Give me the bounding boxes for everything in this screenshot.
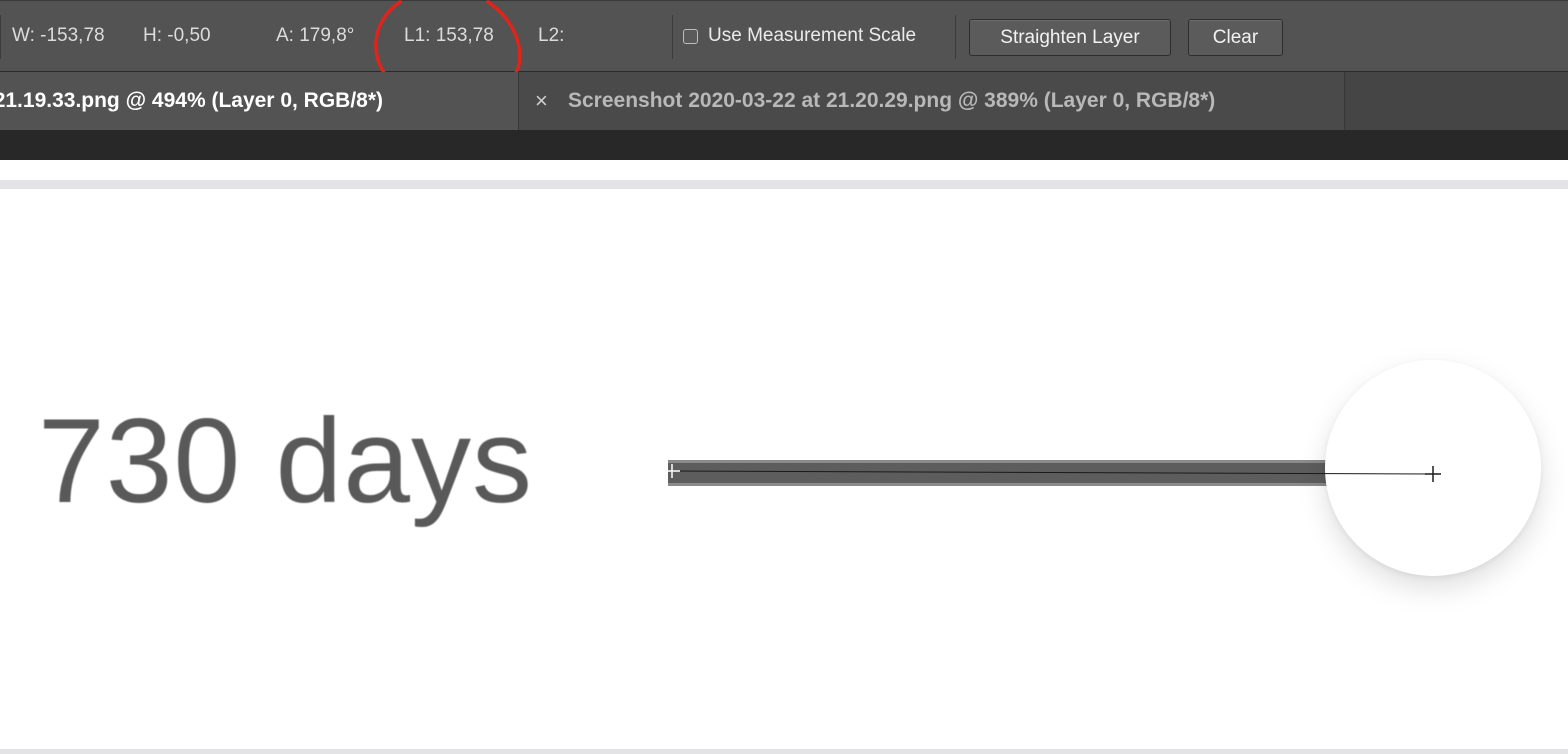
tab-label: 22 at 21.19.33.png @ 494% (Layer 0, RGB/… [0, 89, 384, 112]
length1-readout: L1: 153,78 [404, 25, 494, 46]
tab-screenshot-document[interactable]: × Screenshot 2020-03-22 at 21.20.29.png … [519, 72, 1345, 130]
canvas-frame [0, 130, 1568, 160]
canvas-edge [0, 180, 1568, 189]
measurement-scale-label: Use Measurement Scale [708, 25, 917, 46]
days-value-label: 730 days [38, 394, 534, 528]
width-readout: W: -153,78 [12, 25, 105, 46]
tab-label: Screenshot 2020-03-22 at 21.20.29.png @ … [568, 89, 1216, 112]
checkbox-box[interactable] [683, 28, 698, 44]
length2-readout: L2: [538, 25, 565, 46]
canvas-edge [0, 749, 1568, 754]
document-tabs-bar: 22 at 21.19.33.png @ 494% (Layer 0, RGB/… [0, 72, 1568, 130]
options-divider [955, 15, 956, 59]
height-readout: H: -0,50 [143, 25, 211, 46]
angle-readout: A: 179,8° [276, 25, 355, 46]
document-canvas[interactable]: 730 days [0, 160, 1568, 754]
clear-button[interactable]: Clear [1188, 19, 1283, 56]
measurement-scale-checkbox[interactable]: Use Measurement Scale [683, 25, 916, 47]
options-divider [0, 15, 1, 59]
straighten-layer-button[interactable]: Straighten Layer [969, 19, 1171, 56]
options-divider [672, 15, 673, 59]
ruler-options-bar: W: -153,78 H: -0,50 A: 179,8° L1: 153,78… [0, 0, 1568, 72]
tab-active-document[interactable]: 22 at 21.19.33.png @ 494% (Layer 0, RGB/… [0, 72, 519, 130]
close-icon[interactable]: × [535, 72, 548, 130]
slider-thumb [1325, 360, 1541, 576]
slider-track [668, 460, 1328, 486]
